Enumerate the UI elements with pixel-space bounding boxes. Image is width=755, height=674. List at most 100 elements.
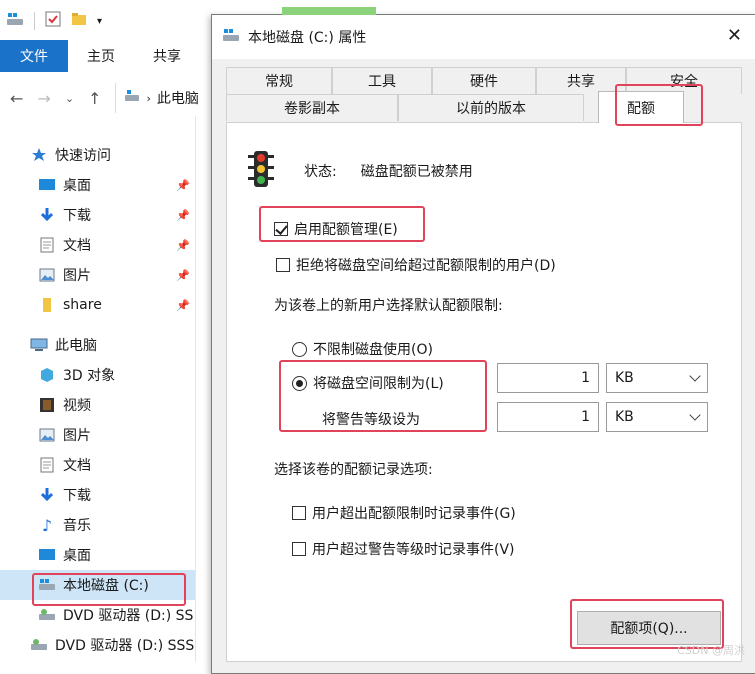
tab-sharing[interactable]: 共享 bbox=[536, 67, 626, 94]
ribbon-tab-file[interactable]: 文件 bbox=[0, 40, 68, 72]
nav-item-label: 图片 bbox=[63, 428, 91, 444]
pane-splitter[interactable] bbox=[195, 116, 196, 662]
picture-icon bbox=[38, 427, 56, 443]
warning-level-label: 将警告等级设为 bbox=[322, 412, 420, 428]
tab-shadow-copies[interactable]: 卷影副本 bbox=[226, 94, 398, 121]
music-note-icon: ♪ bbox=[41, 515, 53, 535]
nav-item-label: 下载 bbox=[63, 208, 91, 224]
warning-unit-select[interactable]: KB bbox=[606, 402, 708, 432]
properties-check-icon[interactable] bbox=[45, 11, 61, 31]
tab-hardware[interactable]: 硬件 bbox=[432, 67, 536, 94]
log-options-heading: 选择该卷的配额记录选项: bbox=[274, 462, 433, 478]
nav-pictures[interactable]: 图片 bbox=[0, 420, 195, 450]
nav-item-label: 桌面 bbox=[63, 548, 91, 564]
drive-icon bbox=[222, 27, 240, 47]
checkbox-unchecked[interactable] bbox=[292, 506, 306, 520]
no-limit-radio[interactable]: 不限制磁盘使用(O) bbox=[292, 339, 433, 359]
default-limit-heading: 为该卷上的新用户选择默认配额限制: bbox=[274, 298, 503, 314]
download-arrow-icon bbox=[38, 207, 56, 223]
forward-arrow-icon[interactable]: → bbox=[37, 89, 50, 108]
nav-item-label: DVD 驱动器 (D:) SSS bbox=[55, 638, 195, 654]
nav-local-disk-c[interactable]: 本地磁盘 (C:) bbox=[0, 570, 195, 600]
address-bar: ← → ⌄ ↑ › 此电脑 bbox=[0, 80, 220, 116]
deny-space-checkbox[interactable]: 拒绝将磁盘空间给超过配额限制的用户(D) bbox=[276, 255, 556, 275]
checkbox-unchecked[interactable] bbox=[276, 258, 290, 272]
pin-icon[interactable]: 📌 bbox=[176, 209, 190, 222]
nav-pinned-pictures[interactable]: 图片 📌 bbox=[0, 260, 195, 290]
nav-item-label: 文档 bbox=[63, 238, 91, 254]
dialog-title: 本地磁盘 (C:) 属性 bbox=[248, 30, 367, 46]
no-limit-label: 不限制磁盘使用(O) bbox=[313, 342, 433, 358]
pin-icon[interactable]: 📌 bbox=[176, 269, 190, 282]
ribbon-tab-share[interactable]: 共享 bbox=[134, 46, 200, 66]
pin-icon[interactable]: 📌 bbox=[176, 179, 190, 192]
log-exceed-warning-checkbox[interactable]: 用户超过警告等级时记录事件(V) bbox=[292, 539, 515, 559]
warning-value-input[interactable]: 1 bbox=[497, 402, 599, 432]
nav-dvd-drive-root[interactable]: DVD 驱动器 (D:) SSS bbox=[0, 630, 195, 660]
close-icon[interactable]: ✕ bbox=[727, 25, 742, 46]
address-path[interactable]: › 此电脑 bbox=[115, 83, 199, 113]
chevron-down-icon bbox=[689, 370, 701, 382]
nav-3d-objects[interactable]: 3D 对象 bbox=[0, 360, 195, 390]
nav-pinned-downloads[interactable]: 下载 📌 bbox=[0, 200, 195, 230]
download-arrow-icon bbox=[38, 487, 56, 503]
nav-this-pc[interactable]: 此电脑 bbox=[0, 330, 195, 360]
ribbon-tabs: 文件 主页 共享 bbox=[0, 40, 220, 72]
nav-downloads[interactable]: 下载 bbox=[0, 480, 195, 510]
nav-item-label: share bbox=[63, 297, 102, 313]
window-accent-strip bbox=[282, 7, 376, 15]
checkbox-unchecked[interactable] bbox=[292, 542, 306, 556]
nav-pinned-documents[interactable]: 文档 📌 bbox=[0, 230, 195, 260]
nav-item-label: 3D 对象 bbox=[63, 368, 116, 384]
drive-icon bbox=[38, 577, 56, 593]
desktop-icon bbox=[38, 177, 56, 193]
pin-icon[interactable]: 📌 bbox=[176, 299, 190, 312]
cube-3d-icon bbox=[38, 367, 56, 383]
customize-dropdown-icon[interactable]: ▾ bbox=[97, 16, 102, 27]
breadcrumb-separator-icon: › bbox=[146, 91, 151, 105]
pin-icon[interactable]: 📌 bbox=[176, 239, 190, 252]
nav-item-label: DVD 驱动器 (D:) SS bbox=[63, 608, 194, 624]
nav-pinned-share[interactable]: share 📌 bbox=[0, 290, 195, 320]
log-exceed-limit-checkbox[interactable]: 用户超出配额限制时记录事件(G) bbox=[292, 503, 516, 523]
tab-general[interactable]: 常规 bbox=[226, 67, 332, 94]
limit-unit-value: KB bbox=[615, 370, 634, 386]
folder-icon bbox=[38, 297, 56, 313]
dvd-drive-icon bbox=[30, 637, 48, 653]
tab-security[interactable]: 安全 bbox=[626, 67, 742, 94]
film-icon bbox=[38, 397, 56, 413]
nav-quick-access[interactable]: 快速访问 bbox=[0, 140, 195, 170]
status-value: 磁盘配额已被禁用 bbox=[360, 164, 473, 180]
ribbon-tab-home[interactable]: 主页 bbox=[68, 46, 134, 66]
tab-quota[interactable]: 配额 bbox=[598, 91, 684, 123]
recent-locations-chevron-icon[interactable]: ⌄ bbox=[65, 92, 74, 105]
tab-tools[interactable]: 工具 bbox=[332, 67, 432, 94]
quota-status-row: 状态: 磁盘配额已被禁用 bbox=[248, 151, 473, 191]
nav-quick-access-label: 快速访问 bbox=[55, 148, 111, 164]
nav-item-label: 本地磁盘 (C:) bbox=[63, 578, 149, 594]
quota-entries-button[interactable]: 配额项(Q)... bbox=[577, 611, 721, 645]
checkbox-checked[interactable] bbox=[274, 222, 288, 236]
radio-selected[interactable] bbox=[292, 375, 307, 391]
radio-unselected[interactable] bbox=[292, 341, 307, 357]
nav-videos[interactable]: 视频 bbox=[0, 390, 195, 420]
document-icon bbox=[38, 457, 56, 473]
limit-unit-select[interactable]: KB bbox=[606, 363, 708, 393]
nav-pinned-desktop[interactable]: 桌面 📌 bbox=[0, 170, 195, 200]
back-arrow-icon[interactable]: ← bbox=[10, 89, 23, 108]
limit-value-input[interactable]: 1 bbox=[497, 363, 599, 393]
limit-to-radio[interactable]: 将磁盘空间限制为(L) bbox=[292, 373, 444, 393]
tab-previous-versions[interactable]: 以前的版本 bbox=[398, 94, 584, 121]
nav-dvd-drive[interactable]: DVD 驱动器 (D:) SS bbox=[0, 600, 195, 630]
drive-icon[interactable] bbox=[6, 11, 24, 31]
dialog-titlebar[interactable]: 本地磁盘 (C:) 属性 ✕ bbox=[212, 15, 755, 59]
picture-icon bbox=[38, 267, 56, 283]
new-folder-icon[interactable] bbox=[71, 11, 87, 31]
nav-music[interactable]: ♪ 音乐 bbox=[0, 510, 195, 540]
navigation-pane: 快速访问 桌面 📌 下载 📌 文档 📌 图片 📌 share 📌 此电脑 3D … bbox=[0, 140, 195, 660]
enable-quota-checkbox[interactable]: 启用配额管理(E) bbox=[274, 219, 398, 239]
nav-documents[interactable]: 文档 bbox=[0, 450, 195, 480]
nav-desktop[interactable]: 桌面 bbox=[0, 540, 195, 570]
log-exceed-warning-label: 用户超过警告等级时记录事件(V) bbox=[312, 542, 515, 558]
up-arrow-icon[interactable]: ↑ bbox=[88, 89, 101, 108]
